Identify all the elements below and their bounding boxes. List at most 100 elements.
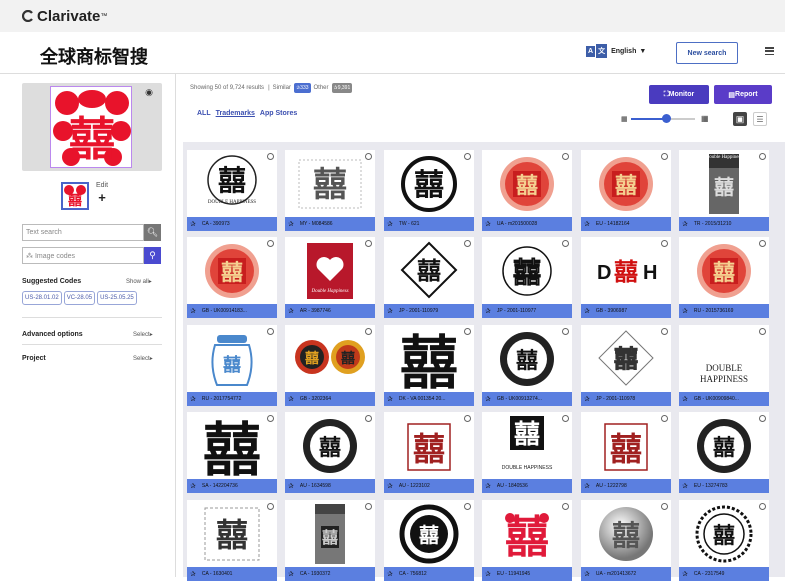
star-icon[interactable]: ✰ — [190, 307, 196, 315]
trademark-card[interactable]: 囍 ✰ GB - UK00913274... — [482, 325, 572, 406]
select-radio[interactable] — [365, 240, 372, 247]
trademark-id-bar[interactable]: ✰ EU - 14182164 — [581, 217, 671, 231]
select-radio[interactable] — [661, 153, 668, 160]
select-radio[interactable] — [464, 153, 471, 160]
star-icon[interactable]: ✰ — [584, 482, 590, 490]
trademark-card[interactable]: 囍 ✰ EU - 11941945 — [482, 500, 572, 581]
select-radio[interactable] — [661, 240, 668, 247]
trademark-id-bar[interactable]: ✰ GB - UK00909840... — [679, 392, 769, 406]
add-image-icon[interactable]: + — [96, 190, 108, 205]
trademark-id-bar[interactable]: ✰ UA - m201500028 — [482, 217, 572, 231]
trademark-card[interactable]: DOUBLE HAPPINESS ✰ GB - UK00909840... — [679, 325, 769, 406]
star-icon[interactable]: ✰ — [584, 220, 590, 228]
other-filter[interactable]: ✰9,391 — [331, 83, 353, 93]
trademark-image[interactable]: 囍 — [679, 412, 769, 479]
trademark-image[interactable]: 囍 — [384, 412, 474, 479]
code-chip[interactable]: US-25.05.25 — [97, 291, 137, 305]
trademark-image[interactable]: 囍 — [384, 500, 474, 567]
trademark-id-bar[interactable]: ✰ RU - 2015736169 — [679, 304, 769, 318]
trademark-image[interactable]: 囍 — [679, 500, 769, 567]
trademark-card[interactable]: 囍 ✰ UA - m201500028 — [482, 150, 572, 231]
star-icon[interactable]: ✰ — [288, 395, 294, 403]
trademark-card[interactable]: 囍 ✰ JP - 2001-110977 — [482, 237, 572, 318]
trademark-image[interactable]: 囍 — [482, 500, 572, 567]
trademark-card[interactable]: 囍 Double Happiness ✰ TR - 2015/31210 — [679, 150, 769, 231]
select-radio[interactable] — [365, 328, 372, 335]
trademark-card[interactable]: 囍囍 ✰ JP - 2001-110978 — [581, 325, 671, 406]
select-radio[interactable] — [562, 153, 569, 160]
trademark-card[interactable]: 囍囍 ✰ GB - 3202364 — [285, 325, 375, 406]
star-icon[interactable]: ✰ — [485, 482, 491, 490]
select-radio[interactable] — [267, 415, 274, 422]
select-radio[interactable] — [759, 328, 766, 335]
trademark-id-bar[interactable]: ✰ TR - 2015/31210 — [679, 217, 769, 231]
show-all-link[interactable]: Show all▸ — [126, 278, 152, 285]
trademark-id-bar[interactable]: ✰ JP - 2001-110979 — [384, 304, 474, 318]
select-radio[interactable] — [759, 240, 766, 247]
select-radio[interactable] — [267, 503, 274, 510]
trademark-id-bar[interactable]: ✰ RU - 2017754772 — [187, 392, 277, 406]
trademark-id-bar[interactable]: ✰ SA - 142204736 — [187, 479, 277, 493]
tab-app-stores[interactable]: App Stores — [260, 110, 297, 117]
trademark-id-bar[interactable]: ✰ MY - M084586 — [285, 217, 375, 231]
trademark-id-bar[interactable]: ✰ AU - 1634598 — [285, 479, 375, 493]
star-icon[interactable]: ✰ — [682, 307, 688, 315]
trademark-card[interactable]: 囍 ✰ UA - m201413672 — [581, 500, 671, 581]
trademark-image[interactable]: 囍 — [482, 237, 572, 304]
trademark-card[interactable]: 囍 ✰ CA - 1930372 — [285, 500, 375, 581]
star-icon[interactable]: ✰ — [288, 220, 294, 228]
trademark-image[interactable]: 囍囍 — [581, 325, 671, 392]
select-radio[interactable] — [464, 240, 471, 247]
trademark-id-bar[interactable]: ✰ EU - 13274783 — [679, 479, 769, 493]
trademark-card[interactable]: 囍 ✰ AU - 1223102 — [384, 412, 474, 493]
star-icon[interactable]: ✰ — [190, 482, 196, 490]
image-codes-input[interactable]: ⁂ Image codes — [22, 247, 144, 264]
star-icon[interactable]: ✰ — [387, 220, 393, 228]
star-icon[interactable]: ✰ — [682, 482, 688, 490]
trademark-image[interactable]: 囍 — [581, 150, 671, 217]
trademark-image[interactable]: 囍 — [384, 237, 474, 304]
trademark-card[interactable]: D 囍 H ✰ GB - 3906987 — [581, 237, 671, 318]
select-radio[interactable] — [562, 415, 569, 422]
star-icon[interactable]: ✰ — [584, 395, 590, 403]
select-radio[interactable] — [464, 503, 471, 510]
trademark-card[interactable]: 囍 ✰ DK - VA 001354 20... — [384, 325, 474, 406]
new-search-button[interactable]: New search — [676, 42, 738, 64]
trademark-card[interactable]: Double Happiness ✰ AR - 3987746 — [285, 237, 375, 318]
edit-image-control[interactable]: Edit + — [96, 182, 108, 205]
star-icon[interactable]: ✰ — [288, 482, 294, 490]
text-search-input[interactable]: Text search — [22, 224, 144, 241]
select-radio[interactable] — [661, 415, 668, 422]
select-radio[interactable] — [562, 503, 569, 510]
trademark-id-bar[interactable]: ✰ CA - 756812 — [384, 567, 474, 581]
trademark-card[interactable]: 囍 ✰ SA - 142204736 — [187, 412, 277, 493]
trademark-card[interactable]: 囍 ✰ RU - 2017754772 — [187, 325, 277, 406]
trademark-card[interactable]: 囍 ✰ RU - 2015736169 — [679, 237, 769, 318]
trademark-id-bar[interactable]: ✰ AU - 1223102 — [384, 479, 474, 493]
language-selector[interactable]: A文 English ▼ — [586, 44, 646, 58]
image-codes-tree-icon[interactable]: ⚲ — [144, 247, 161, 264]
trademark-image[interactable]: 囍 — [482, 325, 572, 392]
trademark-image[interactable]: 囍 — [384, 150, 474, 217]
tab-trademarks[interactable]: Trademarks — [216, 110, 255, 117]
star-icon[interactable]: ✰ — [190, 395, 196, 403]
trademark-image[interactable]: 囍 — [187, 150, 277, 217]
select-radio[interactable] — [562, 240, 569, 247]
trademark-image[interactable]: 囍 — [679, 150, 769, 217]
star-icon[interactable]: ✰ — [682, 395, 688, 403]
thumbnail-size-slider[interactable]: ▦ ▦ — [621, 114, 709, 124]
select-radio[interactable] — [759, 503, 766, 510]
list-view-icon[interactable]: ☰ — [753, 112, 767, 126]
project-select[interactable]: Select▸ — [133, 355, 153, 362]
trademark-image[interactable]: 囍 — [187, 325, 277, 392]
trademark-id-bar[interactable]: ✰ GB - 3906987 — [581, 304, 671, 318]
trademark-id-bar[interactable]: ✰ CA - 390973 — [187, 217, 277, 231]
trademark-card[interactable]: 囍 ✰ GB - UK00914183... — [187, 237, 277, 318]
star-icon[interactable]: ✰ — [485, 307, 491, 315]
select-radio[interactable] — [759, 415, 766, 422]
select-radio[interactable] — [267, 153, 274, 160]
select-radio[interactable] — [365, 415, 372, 422]
code-chip[interactable]: VC-28.05 — [63, 291, 96, 305]
trademark-image[interactable]: 囍囍 — [285, 325, 375, 392]
trademark-image[interactable]: 囍 — [285, 412, 375, 479]
